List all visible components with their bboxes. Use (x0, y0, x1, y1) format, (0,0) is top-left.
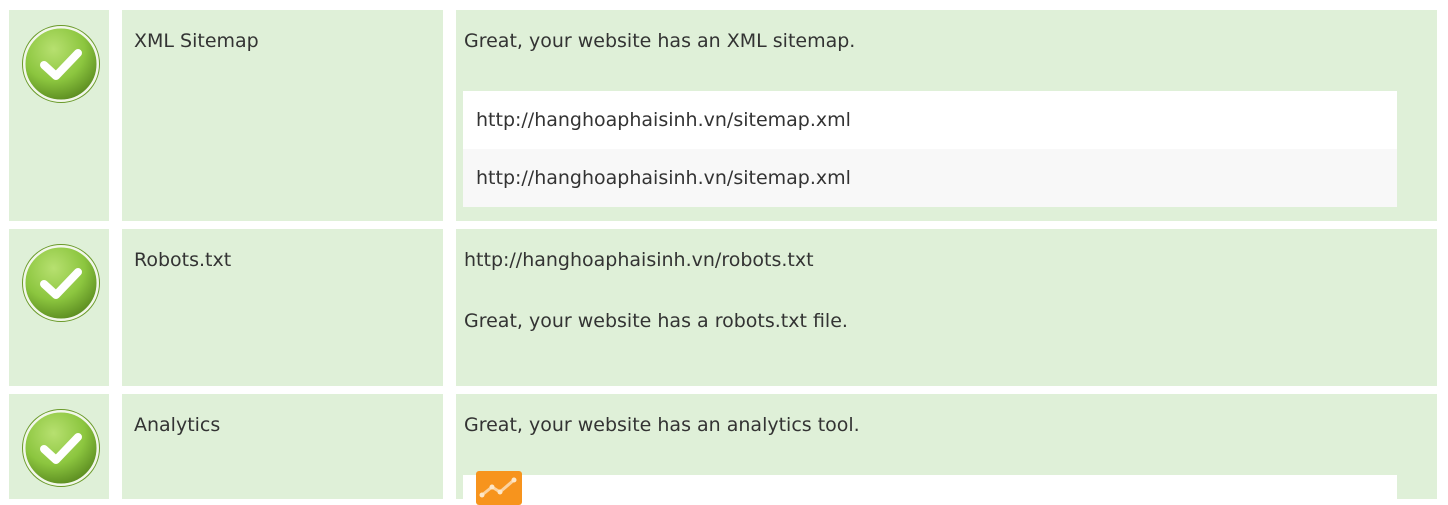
check-message: Great, your website has an analytics too… (464, 414, 860, 436)
check-detail-cell: Great, your website has an XML sitemap. … (456, 10, 1437, 221)
check-name-cell: Analytics (122, 394, 443, 499)
check-message: Great, your website has a robots.txt fil… (464, 310, 848, 332)
check-row-analytics: Analytics Great, your website has an ana… (0, 394, 1448, 505)
analytics-tool-list (463, 471, 1397, 505)
google-analytics-icon (476, 471, 522, 505)
sitemap-url[interactable]: http://hanghoaphaisinh.vn/sitemap.xml (463, 91, 1397, 149)
status-cell (9, 10, 109, 221)
check-name-cell: Robots.txt (122, 229, 443, 386)
status-cell (9, 394, 109, 499)
check-row-xml-sitemap: XML Sitemap Great, your website has an X… (0, 10, 1448, 221)
check-message: Great, your website has an XML sitemap. (464, 30, 856, 52)
check-detail-cell: http://hanghoaphaisinh.vn/robots.txt Gre… (456, 229, 1437, 386)
robots-url[interactable]: http://hanghoaphaisinh.vn/robots.txt (464, 249, 814, 271)
check-name: XML Sitemap (134, 30, 259, 52)
check-circle-icon (22, 25, 100, 103)
sitemap-list: http://hanghoaphaisinh.vn/sitemap.xml ht… (463, 91, 1397, 207)
check-name: Analytics (134, 414, 221, 436)
check-name: Robots.txt (134, 249, 232, 271)
status-cell (9, 229, 109, 386)
check-detail-cell: Great, your website has an analytics too… (456, 394, 1437, 505)
check-row-robots-txt: Robots.txt http://hanghoaphaisinh.vn/rob… (0, 229, 1448, 386)
check-name-cell: XML Sitemap (122, 10, 443, 221)
sitemap-url[interactable]: http://hanghoaphaisinh.vn/sitemap.xml (463, 149, 1397, 207)
check-circle-icon (22, 244, 100, 322)
check-circle-icon (22, 409, 100, 487)
